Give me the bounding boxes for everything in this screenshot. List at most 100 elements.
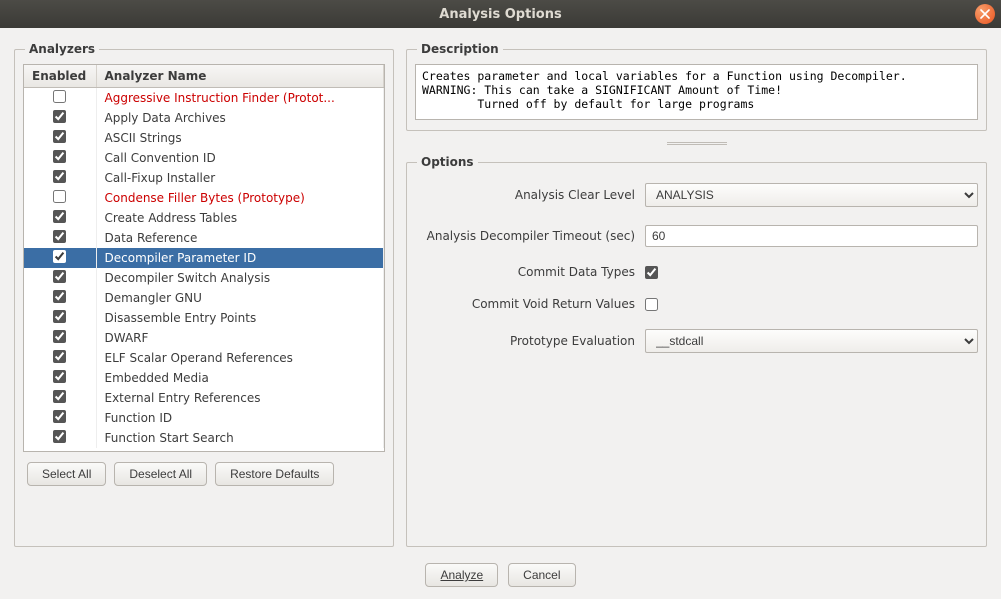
table-row[interactable]: Demangler GNU: [24, 288, 384, 308]
opt-timeout-label: Analysis Decompiler Timeout (sec): [415, 229, 645, 243]
analyzer-name-cell[interactable]: ELF Scalar Operand References: [96, 348, 384, 368]
titlebar: Analysis Options: [0, 0, 1001, 28]
analyzer-enabled-checkbox[interactable]: [53, 90, 66, 103]
close-button[interactable]: [975, 4, 995, 24]
opt-timeout-input[interactable]: [645, 225, 978, 247]
analyzer-name-cell[interactable]: Function ID: [96, 408, 384, 428]
close-icon: [980, 9, 990, 19]
table-row[interactable]: Decompiler Parameter ID: [24, 248, 384, 268]
table-row[interactable]: Data Reference: [24, 228, 384, 248]
window-title: Analysis Options: [439, 7, 561, 22]
analyzer-enabled-cell[interactable]: [24, 408, 96, 428]
analyzer-name-cell[interactable]: Call-Fixup Installer: [96, 168, 384, 188]
analyzer-enabled-cell[interactable]: [24, 148, 96, 168]
analyzer-enabled-checkbox[interactable]: [53, 150, 66, 163]
analyzer-name-cell[interactable]: Demangler GNU: [96, 288, 384, 308]
analyzer-enabled-checkbox[interactable]: [53, 430, 66, 443]
analyzer-name-cell[interactable]: Data Reference: [96, 228, 384, 248]
analyzer-enabled-cell[interactable]: [24, 348, 96, 368]
analyzer-enabled-cell[interactable]: [24, 228, 96, 248]
opt-commit-void-checkbox[interactable]: [645, 298, 658, 311]
analyzer-enabled-checkbox[interactable]: [53, 350, 66, 363]
analyzer-enabled-checkbox[interactable]: [53, 410, 66, 423]
cancel-button[interactable]: Cancel: [508, 563, 575, 587]
analyzer-name-cell[interactable]: Aggressive Instruction Finder (Protot...: [96, 88, 384, 108]
analyzer-name-cell[interactable]: Condense Filler Bytes (Prototype): [96, 188, 384, 208]
table-row[interactable]: ASCII Strings: [24, 128, 384, 148]
analyzer-enabled-checkbox[interactable]: [53, 130, 66, 143]
table-row[interactable]: Embedded Media: [24, 368, 384, 388]
analyzer-name-cell[interactable]: Decompiler Parameter ID: [96, 248, 384, 268]
analyzer-enabled-cell[interactable]: [24, 88, 96, 108]
analyzer-enabled-cell[interactable]: [24, 268, 96, 288]
analyzers-legend: Analyzers: [25, 42, 99, 56]
table-row[interactable]: Call-Fixup Installer: [24, 168, 384, 188]
table-row[interactable]: ELF Scalar Operand References: [24, 348, 384, 368]
analyzer-enabled-checkbox[interactable]: [53, 270, 66, 283]
analyzer-name-cell[interactable]: DWARF: [96, 328, 384, 348]
analyzer-name-cell[interactable]: Function Start Search: [96, 428, 384, 448]
col-enabled-header[interactable]: Enabled: [24, 65, 96, 88]
analyzer-enabled-cell[interactable]: [24, 288, 96, 308]
description-group: Description Creates parameter and local …: [406, 42, 987, 131]
analyzers-table[interactable]: Enabled Analyzer Name Aggressive Instruc…: [23, 64, 385, 452]
opt-proto-eval-select[interactable]: __stdcall: [645, 329, 978, 353]
analyzer-enabled-cell[interactable]: [24, 128, 96, 148]
table-row[interactable]: Function Start Search: [24, 428, 384, 448]
analyzer-name-cell[interactable]: Create Address Tables: [96, 208, 384, 228]
analyzer-enabled-checkbox[interactable]: [53, 390, 66, 403]
table-row[interactable]: External Entry References: [24, 388, 384, 408]
table-row[interactable]: DWARF: [24, 328, 384, 348]
analyzer-enabled-cell[interactable]: [24, 308, 96, 328]
analyzer-enabled-checkbox[interactable]: [53, 230, 66, 243]
analyzer-name-cell[interactable]: External Entry References: [96, 388, 384, 408]
table-row[interactable]: Condense Filler Bytes (Prototype): [24, 188, 384, 208]
analyzer-name-cell[interactable]: Disassemble Entry Points: [96, 308, 384, 328]
analyzer-enabled-cell[interactable]: [24, 428, 96, 448]
splitter-handle[interactable]: [406, 139, 987, 147]
analyze-button[interactable]: Analyze: [425, 563, 498, 587]
opt-clear-level-select[interactable]: ANALYSIS: [645, 183, 978, 207]
analyzer-name-cell[interactable]: Embedded Media: [96, 368, 384, 388]
options-group: Options Analysis Clear Level ANALYSIS An…: [406, 155, 987, 547]
table-row[interactable]: Call Convention ID: [24, 148, 384, 168]
table-row[interactable]: Function ID: [24, 408, 384, 428]
analyzers-group: Analyzers Enabled Analyzer Name: [14, 42, 394, 547]
analyzer-enabled-cell[interactable]: [24, 208, 96, 228]
analyzer-enabled-cell[interactable]: [24, 108, 96, 128]
table-row[interactable]: Disassemble Entry Points: [24, 308, 384, 328]
table-row[interactable]: Aggressive Instruction Finder (Protot...: [24, 88, 384, 108]
restore-defaults-button[interactable]: Restore Defaults: [215, 462, 334, 486]
analyzer-enabled-cell[interactable]: [24, 168, 96, 188]
analyzer-enabled-cell[interactable]: [24, 328, 96, 348]
analyzer-enabled-cell[interactable]: [24, 388, 96, 408]
analyzer-enabled-checkbox[interactable]: [53, 250, 66, 263]
analyzer-enabled-cell[interactable]: [24, 248, 96, 268]
analyzer-name-cell[interactable]: ASCII Strings: [96, 128, 384, 148]
opt-commit-data-types-checkbox[interactable]: [645, 266, 658, 279]
analyzer-enabled-checkbox[interactable]: [53, 370, 66, 383]
analyzer-enabled-checkbox[interactable]: [53, 110, 66, 123]
analyzer-enabled-cell[interactable]: [24, 368, 96, 388]
select-all-button[interactable]: Select All: [27, 462, 106, 486]
options-legend: Options: [417, 155, 478, 169]
col-name-header[interactable]: Analyzer Name: [96, 65, 384, 88]
table-row[interactable]: Decompiler Switch Analysis: [24, 268, 384, 288]
table-row[interactable]: Create Address Tables: [24, 208, 384, 228]
analyzer-enabled-checkbox[interactable]: [53, 210, 66, 223]
analyzer-enabled-checkbox[interactable]: [53, 290, 66, 303]
description-legend: Description: [417, 42, 503, 56]
analyzer-enabled-cell[interactable]: [24, 188, 96, 208]
analyzer-enabled-checkbox[interactable]: [53, 170, 66, 183]
analyzer-enabled-checkbox[interactable]: [53, 310, 66, 323]
analyzer-enabled-checkbox[interactable]: [53, 330, 66, 343]
analyzer-name-cell[interactable]: Apply Data Archives: [96, 108, 384, 128]
analyzer-name-cell[interactable]: Call Convention ID: [96, 148, 384, 168]
opt-commit-void-label: Commit Void Return Values: [415, 297, 645, 311]
table-row[interactable]: Apply Data Archives: [24, 108, 384, 128]
analyzer-enabled-checkbox[interactable]: [53, 190, 66, 203]
description-text[interactable]: Creates parameter and local variables fo…: [415, 64, 978, 120]
opt-commit-data-types-label: Commit Data Types: [415, 265, 645, 279]
deselect-all-button[interactable]: Deselect All: [114, 462, 207, 486]
analyzer-name-cell[interactable]: Decompiler Switch Analysis: [96, 268, 384, 288]
